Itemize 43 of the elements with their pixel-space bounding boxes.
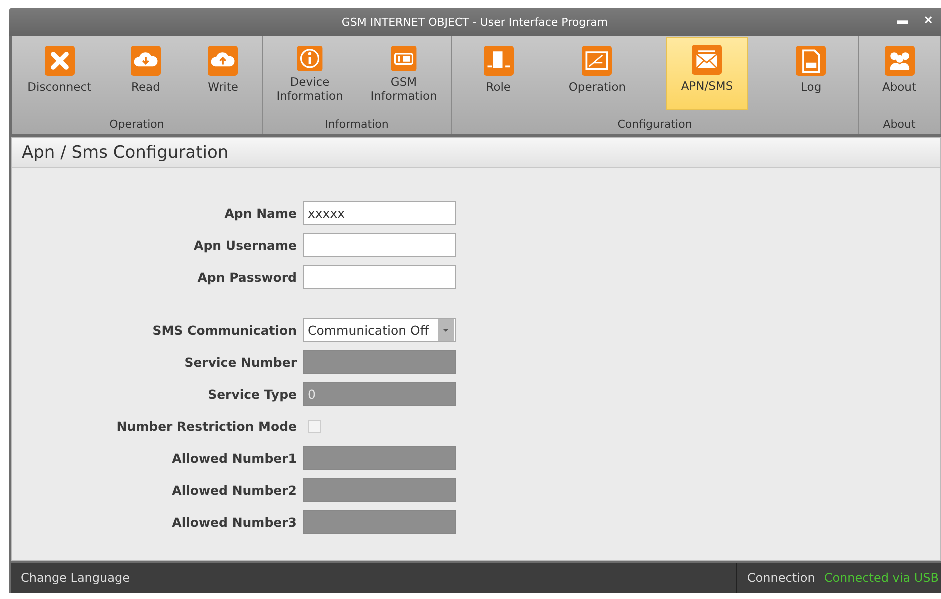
group-label: Configuration bbox=[616, 118, 694, 133]
cloud-download-icon bbox=[130, 46, 161, 76]
window-title: GSM INTERNET OBJECT - User Interface Program bbox=[342, 16, 608, 28]
card-icon bbox=[388, 46, 419, 72]
field-label: Service Number bbox=[184, 354, 298, 370]
ribbon-button[interactable]: About bbox=[870, 41, 930, 109]
dropdown[interactable]: Communication Off bbox=[303, 318, 456, 342]
ribbon-button[interactable]: Operation bbox=[562, 41, 634, 109]
ribbon-button[interactable]: Role bbox=[468, 41, 529, 109]
connection-label: Connection bbox=[747, 571, 816, 585]
field-label: Apn Password bbox=[196, 270, 298, 284]
close-icon bbox=[44, 46, 75, 76]
group-label: Information bbox=[324, 118, 390, 133]
field-label: SMS Communication bbox=[152, 322, 298, 338]
group-label: Operation bbox=[108, 118, 166, 133]
field-label: Apn Username bbox=[193, 238, 298, 252]
envelope-icon bbox=[692, 45, 722, 75]
ribbon-button[interactable]: APN/SMS bbox=[666, 37, 748, 110]
field-label: Number Restriction Mode bbox=[116, 418, 298, 434]
close-button[interactable]: ✕ bbox=[920, 12, 937, 29]
field-label: Allowed Number3 bbox=[171, 514, 298, 530]
ribbon-button[interactable]: Write bbox=[193, 41, 254, 109]
input-field[interactable] bbox=[303, 233, 456, 257]
field-label: Service Type bbox=[207, 386, 298, 402]
change-language-button[interactable]: Change Language bbox=[11, 571, 140, 585]
connection-status: Connected via USB bbox=[824, 571, 939, 585]
minimize-button[interactable]: ▬ bbox=[893, 12, 912, 29]
group-label: About bbox=[882, 118, 917, 133]
field-label: Allowed Number2 bbox=[171, 482, 298, 498]
ribbon-button[interactable]: Device Information bbox=[270, 41, 350, 109]
input-field[interactable] bbox=[303, 265, 456, 289]
cloud-upload-icon bbox=[208, 46, 238, 76]
field-label: Allowed Number1 bbox=[171, 450, 298, 466]
input-field[interactable]: xxxxx bbox=[303, 201, 456, 225]
ribbon-button[interactable]: GSM Information bbox=[364, 41, 444, 109]
ribbon-button[interactable]: Read bbox=[116, 41, 176, 109]
document-icon bbox=[796, 46, 826, 76]
ribbon-button[interactable]: Log bbox=[781, 41, 842, 109]
people-icon bbox=[884, 46, 914, 76]
page-title: Apn / Sms Configuration bbox=[22, 142, 229, 162]
ribbon-button[interactable]: Disconnect bbox=[20, 41, 99, 109]
info-icon bbox=[294, 46, 325, 72]
field-label: Apn Name bbox=[224, 206, 298, 220]
